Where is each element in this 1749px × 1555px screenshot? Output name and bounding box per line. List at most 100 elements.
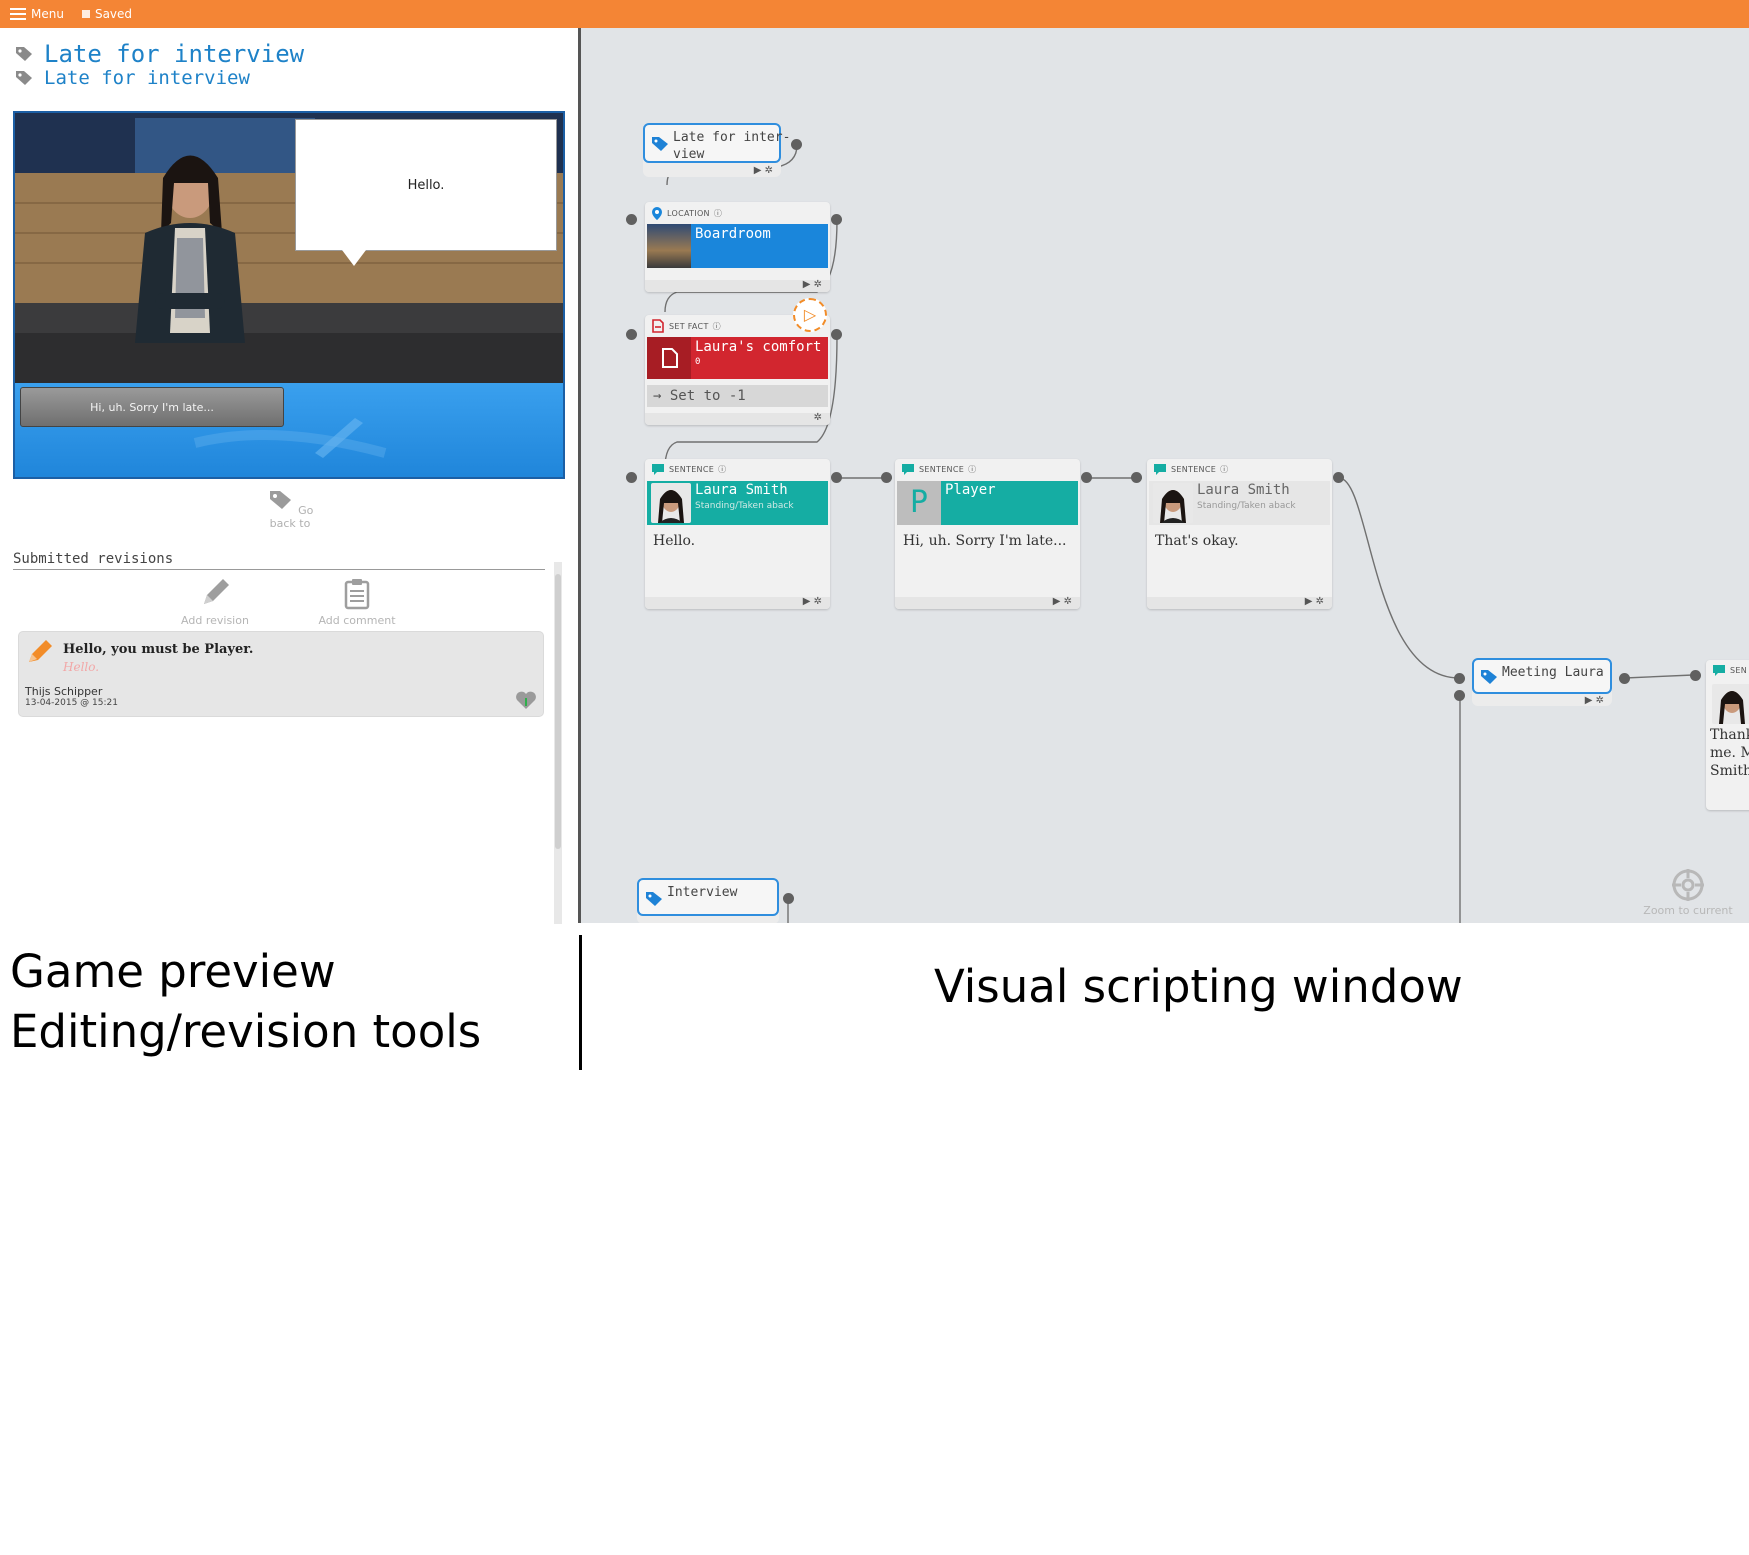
sentence-node-3[interactable]: SENTENCE ⓘ Laura Smith Standing/Taken ab… — [1147, 459, 1332, 609]
input-port[interactable] — [1454, 673, 1465, 684]
document-icon — [662, 348, 678, 368]
tag-icon — [652, 137, 668, 151]
speech-icon — [1713, 665, 1725, 676]
sentence-node-header: SEN — [1712, 664, 1747, 677]
add-revision-button[interactable]: Add revision — [160, 576, 270, 627]
info-icon[interactable]: ⓘ — [713, 321, 721, 332]
tag-icon — [646, 892, 662, 906]
play-settings-icon[interactable]: ▶ ✲ — [754, 165, 773, 176]
speech-icon — [902, 464, 914, 475]
scene-title-text: Late for interview — [44, 40, 305, 68]
output-port[interactable] — [791, 139, 802, 150]
settings-icon[interactable]: ✲ — [814, 412, 822, 423]
save-icon — [81, 10, 90, 18]
dialogue-choice-button[interactable]: Hi, uh. Sorry I'm late... — [20, 387, 284, 427]
sentence-node-1[interactable]: SENTENCE ⓘ Laura Smith Standing/Taken ab… — [645, 459, 830, 609]
input-port[interactable] — [626, 329, 637, 340]
add-comment-button[interactable]: Add comment — [302, 576, 412, 627]
subscene-title-text: Late for interview — [44, 67, 250, 89]
info-icon[interactable]: ⓘ — [1220, 464, 1228, 475]
zoom-to-current-button[interactable]: Zoom to current — [1638, 868, 1738, 917]
crosshair-icon — [1672, 869, 1704, 901]
output-port[interactable] — [1619, 673, 1630, 684]
tag-node-interview[interactable]: Interview — [637, 878, 779, 923]
output-port[interactable] — [783, 893, 794, 904]
menu-button[interactable]: Menu — [10, 7, 64, 21]
speaker-bar: P Player — [897, 481, 1078, 525]
tag-node-interview-label[interactable]: Interview — [637, 878, 779, 916]
play-settings-icon[interactable]: ▶ ✲ — [1585, 695, 1604, 706]
caption-game-preview: Game preview — [10, 945, 336, 998]
info-icon[interactable]: ⓘ — [968, 464, 976, 475]
preview-scene: Hello. — [15, 113, 563, 383]
output-port[interactable] — [1333, 472, 1344, 483]
fact-operation[interactable]: → Set to -1 — [647, 385, 828, 407]
output-port[interactable] — [831, 472, 842, 483]
fact-value: 0 — [695, 357, 701, 367]
fact-file-icon — [652, 319, 664, 333]
sentence-text-line-2: me. M — [1710, 745, 1749, 761]
speaker-bar: Laura Smith Standing/Taken aback — [647, 481, 828, 525]
output-port[interactable] — [831, 214, 842, 225]
pencil-icon — [204, 579, 229, 604]
add-comment-label: Add comment — [318, 614, 396, 627]
current-node-marker-icon[interactable]: ▷ — [793, 298, 827, 332]
speech-icon — [652, 464, 664, 475]
tag-icon — [16, 71, 32, 85]
tag-node-start[interactable]: Late for inter- view ▶ ✲ — [643, 123, 790, 177]
set-fact-node-header: SET FACT ⓘ — [651, 319, 721, 333]
zoom-to-current-label: Zoom to current — [1643, 904, 1733, 917]
fact-thumbnail — [647, 337, 691, 379]
info-icon[interactable]: ⓘ — [718, 464, 726, 475]
laura-portrait — [1719, 691, 1745, 724]
scene-title[interactable]: Late for interview — [14, 40, 304, 68]
output-port[interactable] — [1081, 472, 1092, 483]
visual-scripting-canvas[interactable]: Late for inter- view ▶ ✲ LOCATION ⓘ Boar… — [581, 28, 1749, 923]
location-thumbnail-image — [647, 224, 691, 268]
sentence-node-type: SENTENCE — [1171, 465, 1217, 474]
speech-bubble: Hello. — [295, 119, 557, 266]
output-port[interactable] — [831, 329, 842, 340]
revisions-scrollbar[interactable] — [554, 562, 562, 924]
input-port[interactable] — [626, 214, 637, 225]
input-port[interactable] — [626, 472, 637, 483]
fact-operation-text: Set to -1 — [669, 388, 746, 404]
subscene-title[interactable]: Late for interview — [14, 67, 250, 89]
page: { "topbar": { "menu_label": "Menu", "sav… — [0, 0, 1749, 1555]
tag-icon — [1481, 670, 1497, 684]
sentence-node-header: SENTENCE ⓘ — [651, 463, 726, 476]
heart-icon[interactable] — [515, 690, 537, 710]
tag-node-meeting-label[interactable]: Meeting Laura — [1472, 658, 1612, 694]
sentence-node-2[interactable]: SENTENCE ⓘ P Player Hi, uh. Sorry I'm la… — [895, 459, 1080, 609]
player-initial-avatar: P — [897, 481, 941, 525]
saved-indicator: Saved — [81, 7, 133, 21]
speaker-name: Player — [945, 482, 996, 498]
set-fact-node[interactable]: SET FACT ⓘ Laura's comfort 0 → Set to -1… — [645, 315, 830, 425]
revision-item[interactable]: Hello, you must be Player. Hello. Thijs … — [18, 631, 544, 717]
info-icon[interactable]: ⓘ — [714, 208, 722, 219]
input-port[interactable] — [1131, 472, 1142, 483]
tag-node-start-label[interactable]: Late for inter- view — [643, 123, 790, 163]
sentence-node-4[interactable]: SEN Thank me. M Smith — [1706, 660, 1749, 810]
input-port[interactable] — [881, 472, 892, 483]
play-settings-icon[interactable]: ▶ ✲ — [803, 279, 822, 290]
saved-label: Saved — [94, 7, 133, 21]
laura-portrait-image — [1712, 684, 1749, 724]
play-settings-icon[interactable]: ▶ ✲ — [1305, 596, 1324, 607]
location-node[interactable]: LOCATION ⓘ Boardroom ▶ ✲ — [645, 202, 830, 292]
map-pin-icon — [652, 207, 662, 220]
tag-node-interview-text: Interview — [667, 885, 738, 900]
sentence-text-line-3: Smith — [1710, 763, 1749, 779]
input-port[interactable] — [1690, 670, 1701, 681]
sentence-node-type: SENTENCE — [669, 465, 715, 474]
go-back-button[interactable]: Go back to — [255, 488, 325, 530]
revisions-heading: Submitted revisions — [13, 551, 174, 567]
node-footer — [645, 413, 830, 425]
play-settings-icon[interactable]: ▶ ✲ — [1053, 596, 1072, 607]
game-preview: Hello. Hi, uh. Sorry I'm late... — [13, 111, 565, 479]
tag-node-meeting[interactable]: Meeting Laura ▶ ✲ — [1472, 658, 1612, 706]
input-port[interactable] — [1454, 690, 1465, 701]
play-settings-icon[interactable]: ▶ ✲ — [803, 596, 822, 607]
scrollbar-thumb[interactable] — [555, 574, 561, 849]
laura-portrait — [658, 490, 684, 523]
